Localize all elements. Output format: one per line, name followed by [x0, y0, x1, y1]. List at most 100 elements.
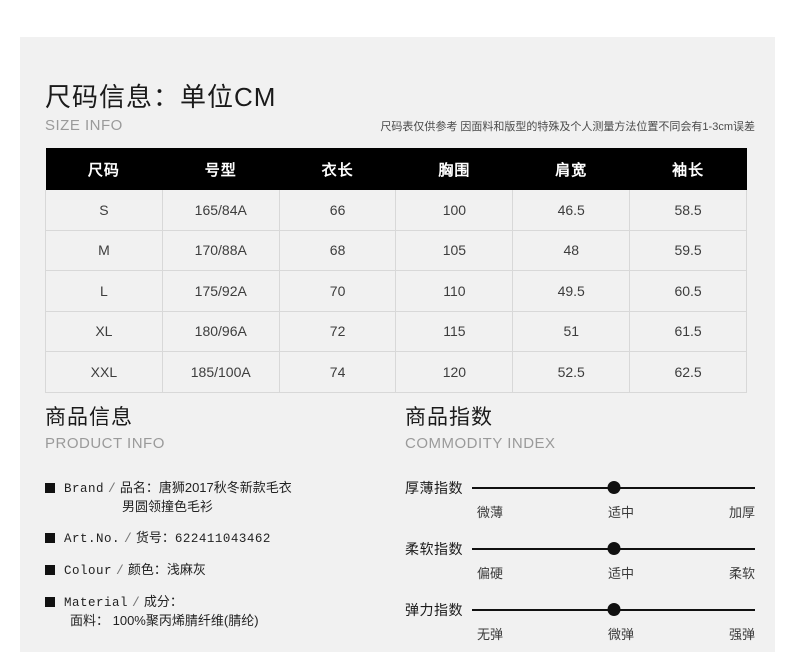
table-cell: 60.5 — [629, 270, 747, 312]
table-cell: 165/84A — [161, 190, 280, 231]
table-cell: 185/100A — [161, 351, 280, 393]
table-cell: 66 — [278, 190, 397, 231]
bullet-square-icon — [45, 565, 55, 575]
table-header-cell: 衣长 — [279, 148, 396, 190]
slider-knob[interactable] — [607, 542, 620, 555]
slider-scale-mid: 适中 — [607, 566, 634, 581]
table-cell: XL — [45, 311, 163, 352]
table-cell: 120 — [395, 351, 514, 393]
separator-slash: / — [124, 531, 132, 546]
slider-track[interactable] — [472, 603, 755, 617]
product-info-label-cn: 品名： — [119, 480, 159, 495]
table-cell: 72 — [278, 311, 397, 352]
slider-track-row: 厚薄指数 — [405, 478, 755, 498]
table-cell: 62.5 — [629, 351, 747, 393]
table-row: M 170/88A 68 105 48 59.5 — [45, 230, 747, 271]
product-info-section: 商品信息 PRODUCT INFO Brand / 品名：唐狮2017秋冬新款毛衣 … — [45, 405, 395, 643]
list-item: Colour / 颜色：浅麻灰 — [45, 561, 395, 580]
size-info-header: 尺码信息：单位CM SIZE INFO 尺码表仅供参考 因面料和版型的特殊及个人… — [45, 82, 755, 136]
table-cell: 58.5 — [629, 190, 747, 231]
bullet-square-icon — [45, 483, 55, 493]
product-info-title-en: PRODUCT INFO — [45, 435, 165, 452]
commodity-index-section: 商品指数 COMMODITY INDEX 厚薄指数 微薄 适中 加厚 柔软指数 … — [405, 405, 755, 661]
table-cell: 52.5 — [512, 351, 631, 393]
product-info-artno: Art.No. / 货号：622411043462 — [64, 529, 271, 548]
table-header-cell: 袖长 — [629, 148, 747, 190]
slider-track[interactable] — [472, 481, 755, 495]
product-info-label-en: Brand — [64, 482, 105, 496]
separator-slash: / — [132, 595, 140, 610]
table-row: XXL 185/100A 74 120 52.5 62.5 — [45, 351, 747, 393]
slider-track-row: 弹力指数 — [405, 600, 755, 620]
size-info-title-cn: 尺码信息：单位CM — [45, 82, 277, 112]
table-cell: 70 — [278, 270, 397, 312]
table-cell: 105 — [395, 230, 514, 271]
slider-scale-mid: 微弹 — [607, 627, 634, 642]
product-info-label-cn: 成分： — [143, 594, 183, 609]
table-cell: 68 — [278, 230, 397, 271]
product-info-label-en: Colour — [64, 564, 113, 578]
table-header-row: 尺码 号型 衣长 胸围 肩宽 袖长 — [45, 148, 747, 190]
table-header-cell: 号型 — [162, 148, 280, 190]
slider-scale-high: 柔软 — [728, 566, 755, 581]
product-info-value: 622411043462 — [174, 532, 271, 546]
slider-thickness: 厚薄指数 微薄 适中 加厚 — [405, 478, 755, 521]
bullet-square-icon — [45, 597, 55, 607]
product-info-list: Brand / 品名：唐狮2017秋冬新款毛衣 男圆领撞色毛衫 Art.No. / 货号… — [45, 479, 395, 630]
list-item: Art.No. / 货号：622411043462 — [45, 529, 395, 548]
slider-elasticity: 弹力指数 无弹 微弹 强弹 — [405, 600, 755, 643]
commodity-index-title-cn: 商品指数 — [405, 406, 493, 429]
table-cell: 115 — [395, 311, 514, 352]
slider-label: 柔软指数 — [405, 541, 463, 557]
slider-scale-mid: 适中 — [607, 505, 634, 520]
size-table-disclaimer: 尺码表仅供参考 因面料和版型的特殊及个人测量方法位置不同会有1-3cm误差 — [380, 121, 755, 133]
product-info-value-line2: 男圆领撞色毛衫 — [122, 499, 214, 514]
product-info-label-cn: 货号： — [135, 530, 175, 545]
slider-scale-labels: 微薄 适中 加厚 — [477, 502, 755, 521]
product-info-title-cn: 商品信息 — [45, 406, 133, 429]
product-info-label-en: Material — [64, 596, 129, 610]
slider-scale-low: 微薄 — [477, 505, 504, 520]
table-header-cell: 肩宽 — [512, 148, 630, 190]
table-cell: 59.5 — [629, 230, 747, 271]
table-header-cell: 尺码 — [45, 148, 163, 190]
slider-softness: 柔软指数 偏硬 适中 柔软 — [405, 539, 755, 582]
table-cell: 48 — [512, 230, 631, 271]
slider-track[interactable] — [472, 542, 755, 556]
table-cell: 61.5 — [629, 311, 747, 352]
slider-scale-labels: 偏硬 适中 柔软 — [477, 563, 755, 582]
slider-knob[interactable] — [607, 481, 620, 494]
table-row: XL 180/96A 72 115 51 61.5 — [45, 311, 747, 352]
table-cell: 100 — [395, 190, 514, 231]
table-cell: 110 — [395, 270, 514, 312]
product-info-brand: Brand / 品名：唐狮2017秋冬新款毛衣 男圆领撞色毛衫 — [64, 479, 292, 516]
product-info-value-line2: 面料： 100%聚丙烯腈纤维(腈纶) — [70, 613, 259, 628]
slider-scale-low: 偏硬 — [477, 566, 504, 581]
table-cell: 74 — [278, 351, 397, 393]
slider-scale-labels: 无弹 微弹 强弹 — [477, 624, 755, 643]
commodity-index-title-en: COMMODITY INDEX — [405, 435, 556, 452]
product-info-material: Material / 成分： 面料： 100%聚丙烯腈纤维(腈纶) — [64, 593, 259, 630]
table-cell: M — [45, 230, 163, 271]
table-cell: 51 — [512, 311, 631, 352]
table-cell: 180/96A — [161, 311, 280, 352]
slider-label: 厚薄指数 — [405, 480, 463, 496]
slider-track-row: 柔软指数 — [405, 539, 755, 559]
slider-knob[interactable] — [607, 603, 620, 616]
size-table: 尺码 号型 衣长 胸围 肩宽 袖长 S 165/84A 66 100 46.5 … — [45, 148, 747, 393]
table-row: L 175/92A 70 110 49.5 60.5 — [45, 270, 747, 312]
slider-scale-high: 强弹 — [728, 627, 755, 642]
content-panel: 尺码信息：单位CM SIZE INFO 尺码表仅供参考 因面料和版型的特殊及个人… — [20, 37, 775, 652]
list-item: Material / 成分： 面料： 100%聚丙烯腈纤维(腈纶) — [45, 593, 395, 630]
list-item: Brand / 品名：唐狮2017秋冬新款毛衣 男圆领撞色毛衫 — [45, 479, 395, 516]
table-cell: 170/88A — [161, 230, 280, 271]
table-cell: L — [45, 270, 163, 312]
table-cell: 175/92A — [161, 270, 280, 312]
commodity-index-sliders: 厚薄指数 微薄 适中 加厚 柔软指数 偏硬 适中 柔软 弹力指数 无弹 微弹 强… — [405, 478, 755, 643]
table-cell: XXL — [45, 351, 163, 393]
product-info-value: 浅麻灰 — [166, 562, 206, 577]
table-header-cell: 胸围 — [395, 148, 513, 190]
product-info-colour: Colour / 颜色：浅麻灰 — [64, 561, 206, 580]
bullet-square-icon — [45, 533, 55, 543]
product-info-label-cn: 颜色： — [127, 562, 167, 577]
